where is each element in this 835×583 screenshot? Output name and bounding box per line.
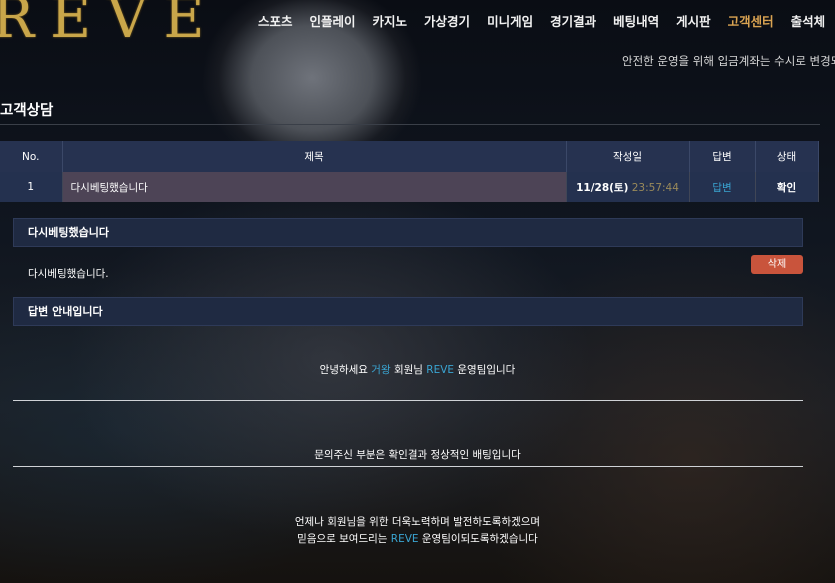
row-date: 11/28(토) 23:57:44: [566, 172, 690, 202]
row-no: 1: [0, 172, 63, 202]
nav-item-support[interactable]: 고객센터: [728, 11, 774, 30]
reply-title-bar: 답변 안내입니다: [13, 297, 803, 326]
column-header-status: 상태: [755, 141, 819, 172]
row-status: 확인: [755, 172, 819, 202]
page-title: 고객상담: [0, 103, 54, 119]
nav-item-results[interactable]: 경기결과: [550, 11, 596, 30]
question-body: 다시베팅했습니다.: [28, 268, 109, 280]
background-image: [0, 0, 835, 583]
main-nav: 스포츠 인플레이 카지노 가상경기 미니게임 경기결과 베팅내역 게시판 고객센…: [258, 11, 835, 30]
top-bar: REVE 스포츠 인플레이 카지노 가상경기 미니게임 경기결과 베팅내역 게시…: [0, 0, 835, 51]
reply-closing-line-1: 언제나 회원님을 위한 더욱노력하며 발전하도록하겠으며: [294, 516, 541, 528]
row-answer-link[interactable]: 답변: [689, 172, 756, 202]
divider: [13, 400, 803, 401]
member-name: 거왕: [371, 364, 391, 376]
table-row[interactable]: 1 다시베팅했습니다 11/28(토) 23:57:44 답변 확인: [0, 172, 819, 202]
column-header-no: No.: [0, 141, 63, 172]
column-header-answer: 답변: [689, 141, 756, 172]
divider: [13, 466, 803, 467]
delete-button[interactable]: 삭제: [751, 255, 803, 274]
closing-text: 운영팀이되도록하겠습니다: [418, 533, 538, 545]
brand-name: REVE: [390, 533, 419, 545]
nav-item-virtual[interactable]: 가상경기: [424, 11, 470, 30]
nav-item-minigame[interactable]: 미니게임: [487, 11, 533, 30]
brand-logo[interactable]: REVE: [0, 0, 220, 51]
row-date-day: 11/28(토): [576, 181, 629, 194]
nav-item-inplay[interactable]: 인플레이: [310, 11, 356, 30]
closing-text: 믿음으로 보여드리는: [297, 533, 391, 545]
column-header-subject: 제목: [62, 141, 567, 172]
brand-name: REVE: [426, 364, 455, 376]
reply-closing-line-2: 믿음으로 보여드리는 REVE 운영팀이되도록하겠습니다: [0, 531, 835, 546]
reply-greeting: 안녕하세요 거왕 회원님 REVE 운영팀입니다: [0, 362, 835, 377]
nav-item-bet-history[interactable]: 베팅내역: [613, 11, 659, 30]
question-title-bar: 다시베팅했습니다: [13, 218, 803, 247]
notice-ticker: 안전한 운영을 위해 입금계좌는 수시로 변경되: [622, 54, 835, 68]
divider: [0, 124, 820, 125]
nav-item-casino[interactable]: 카지노: [373, 11, 408, 30]
nav-item-sports[interactable]: 스포츠: [258, 11, 293, 30]
table-header-row: No. 제목 작성일 답변 상태: [0, 141, 819, 172]
row-date-time: 23:57:44: [631, 181, 679, 194]
inquiry-table: No. 제목 작성일 답변 상태 1 다시베팅했습니다 11/28(토) 23:…: [0, 141, 819, 202]
row-subject-link[interactable]: 다시베팅했습니다: [62, 172, 567, 202]
nav-item-board[interactable]: 게시판: [676, 11, 711, 30]
greeting-text: 운영팀입니다: [454, 364, 516, 376]
reply-answer: 문의주신 부분은 확인결과 정상적인 배팅입니다: [314, 449, 521, 461]
column-header-date: 작성일: [566, 141, 690, 172]
greeting-text: 안녕하세요: [319, 364, 372, 376]
nav-item-attendance[interactable]: 출석체: [791, 11, 826, 30]
greeting-text: 회원님: [390, 364, 427, 376]
